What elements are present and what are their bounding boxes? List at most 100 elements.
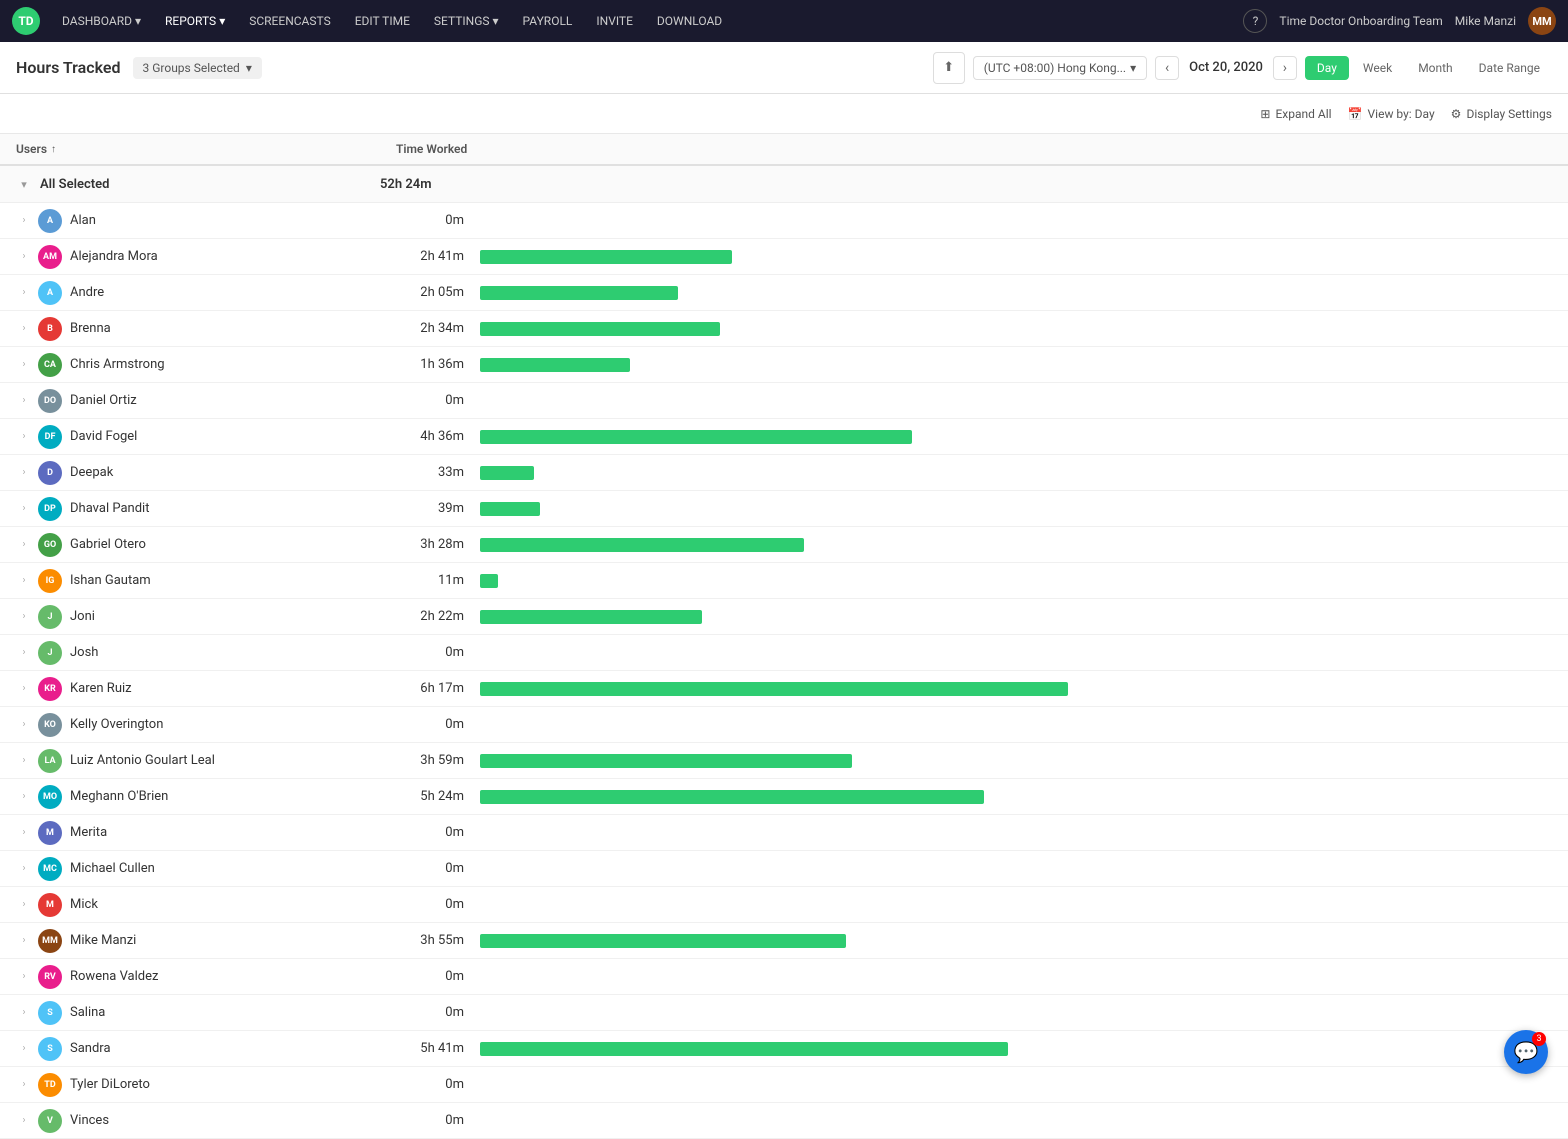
row-chevron[interactable]: ›: [16, 429, 32, 445]
tab-day[interactable]: Day: [1305, 56, 1349, 80]
nav-reports[interactable]: REPORTS ▾: [155, 10, 235, 32]
row-chevron[interactable]: ›: [16, 321, 32, 337]
row-chevron[interactable]: ›: [16, 285, 32, 301]
row-chevron[interactable]: ›: [16, 465, 32, 481]
table-row: › KR Karen Ruiz 6h 17m: [0, 671, 1568, 707]
bar-container: [480, 717, 1552, 733]
avatar: AM: [38, 245, 62, 269]
user-time: 2h 41m: [400, 249, 480, 264]
display-settings-button[interactable]: ⚙ Display Settings: [1451, 107, 1552, 121]
row-chevron[interactable]: ›: [16, 825, 32, 841]
nav-download[interactable]: DOWNLOAD: [647, 10, 732, 32]
bar-container: [480, 393, 1552, 409]
row-chevron[interactable]: ›: [16, 1041, 32, 1057]
bar-container: [480, 753, 1552, 769]
row-chevron[interactable]: ›: [16, 645, 32, 661]
row-chevron[interactable]: ›: [16, 249, 32, 265]
user-name-cell: Joni: [70, 609, 400, 624]
bar-container: [480, 1113, 1552, 1129]
time-bar: [480, 574, 498, 588]
avatar: LA: [38, 749, 62, 773]
tab-month[interactable]: Month: [1406, 56, 1464, 80]
nav-settings[interactable]: SETTINGS ▾: [424, 10, 509, 32]
row-chevron[interactable]: ›: [16, 573, 32, 589]
timezone-selector[interactable]: (UTC +08:00) Hong Kong... ▾: [973, 56, 1147, 80]
time-bar: [480, 466, 534, 480]
table-row: › GO Gabriel Otero 3h 28m: [0, 527, 1568, 563]
avatar: M: [38, 893, 62, 917]
nav-dashboard[interactable]: DASHBOARD ▾: [52, 10, 151, 32]
user-name-cell: Mick: [70, 897, 400, 912]
toolbar: ⊞ Expand All 📅 View by: Day ⚙ Display Se…: [0, 94, 1568, 134]
row-chevron[interactable]: ›: [16, 609, 32, 625]
row-chevron[interactable]: ›: [16, 1113, 32, 1129]
nav-invite[interactable]: INVITE: [586, 10, 643, 32]
date-display: Oct 20, 2020: [1185, 60, 1267, 75]
time-bar: [480, 358, 630, 372]
user-time: 0m: [400, 1005, 480, 1020]
main-content: Users ↑ Time Worked ▾ All Selected 52h 2…: [0, 134, 1568, 1139]
chat-bubble[interactable]: 💬 3: [1504, 1030, 1548, 1074]
row-chevron[interactable]: ›: [16, 357, 32, 373]
row-chevron[interactable]: ›: [16, 969, 32, 985]
row-chevron[interactable]: ›: [16, 501, 32, 517]
avatar: MC: [38, 857, 62, 881]
col-users-header[interactable]: Users ↑: [16, 142, 396, 156]
row-chevron[interactable]: ›: [16, 717, 32, 733]
row-chevron[interactable]: ›: [16, 1005, 32, 1021]
user-time: 4h 36m: [400, 429, 480, 444]
user-name-nav[interactable]: Mike Manzi: [1455, 14, 1516, 28]
row-chevron[interactable]: ›: [16, 933, 32, 949]
collapse-all-selected[interactable]: ▾: [16, 176, 32, 192]
user-time: 0m: [400, 1113, 480, 1128]
time-bar: [480, 502, 540, 516]
table-row: › J Joni 2h 22m: [0, 599, 1568, 635]
upload-button[interactable]: ⬆: [933, 52, 965, 84]
table-row: › A Andre 2h 05m: [0, 275, 1568, 311]
row-chevron[interactable]: ›: [16, 1077, 32, 1093]
help-icon[interactable]: ?: [1243, 9, 1267, 33]
avatar: S: [38, 1037, 62, 1061]
user-time: 0m: [400, 825, 480, 840]
table-row: › B Brenna 2h 34m: [0, 311, 1568, 347]
row-chevron[interactable]: ›: [16, 789, 32, 805]
user-name-cell: Salina: [70, 1005, 400, 1020]
view-by-day-button[interactable]: 📅 View by: Day: [1348, 107, 1435, 121]
tab-week[interactable]: Week: [1351, 56, 1404, 80]
nav-right: ? Time Doctor Onboarding Team Mike Manzi…: [1243, 7, 1556, 35]
bar-container: [480, 429, 1552, 445]
row-chevron[interactable]: ›: [16, 393, 32, 409]
table-row: › MO Meghann O'Brien 5h 24m: [0, 779, 1568, 815]
tab-date-range[interactable]: Date Range: [1467, 56, 1552, 80]
page-title: Hours Tracked: [16, 58, 121, 77]
expand-all-button[interactable]: ⊞ Expand All: [1260, 107, 1331, 121]
user-time: 2h 05m: [400, 285, 480, 300]
row-chevron[interactable]: ›: [16, 537, 32, 553]
user-name-cell: Ishan Gautam: [70, 573, 400, 588]
expand-all-icon: ⊞: [1260, 107, 1270, 121]
nav-screencasts[interactable]: SCREENCASTS: [239, 10, 341, 32]
row-chevron[interactable]: ›: [16, 753, 32, 769]
row-chevron[interactable]: ›: [16, 861, 32, 877]
user-name-cell: Dhaval Pandit: [70, 501, 400, 516]
nav-payroll[interactable]: PAYROLL: [513, 10, 583, 32]
table-row: › AM Alejandra Mora 2h 41m: [0, 239, 1568, 275]
table-row: › M Merita 0m: [0, 815, 1568, 851]
groups-selector[interactable]: 3 Groups Selected ▾: [133, 57, 262, 79]
user-time: 1h 36m: [400, 357, 480, 372]
prev-date-button[interactable]: ‹: [1155, 56, 1179, 80]
user-time: 0m: [400, 897, 480, 912]
user-avatar-nav[interactable]: MM: [1528, 7, 1556, 35]
user-time: 0m: [400, 861, 480, 876]
next-date-button[interactable]: ›: [1273, 56, 1297, 80]
row-chevron[interactable]: ›: [16, 213, 32, 229]
row-chevron[interactable]: ›: [16, 897, 32, 913]
nav-edit-time[interactable]: EDIT TIME: [345, 10, 420, 32]
user-time: 0m: [400, 645, 480, 660]
row-chevron[interactable]: ›: [16, 681, 32, 697]
user-name-cell: Rowena Valdez: [70, 969, 400, 984]
col-time-worked-header: Time Worked: [396, 142, 496, 156]
table-row: › S Salina 0m: [0, 995, 1568, 1031]
table-header: Users ↑ Time Worked: [0, 134, 1568, 166]
user-time: 11m: [400, 573, 480, 588]
